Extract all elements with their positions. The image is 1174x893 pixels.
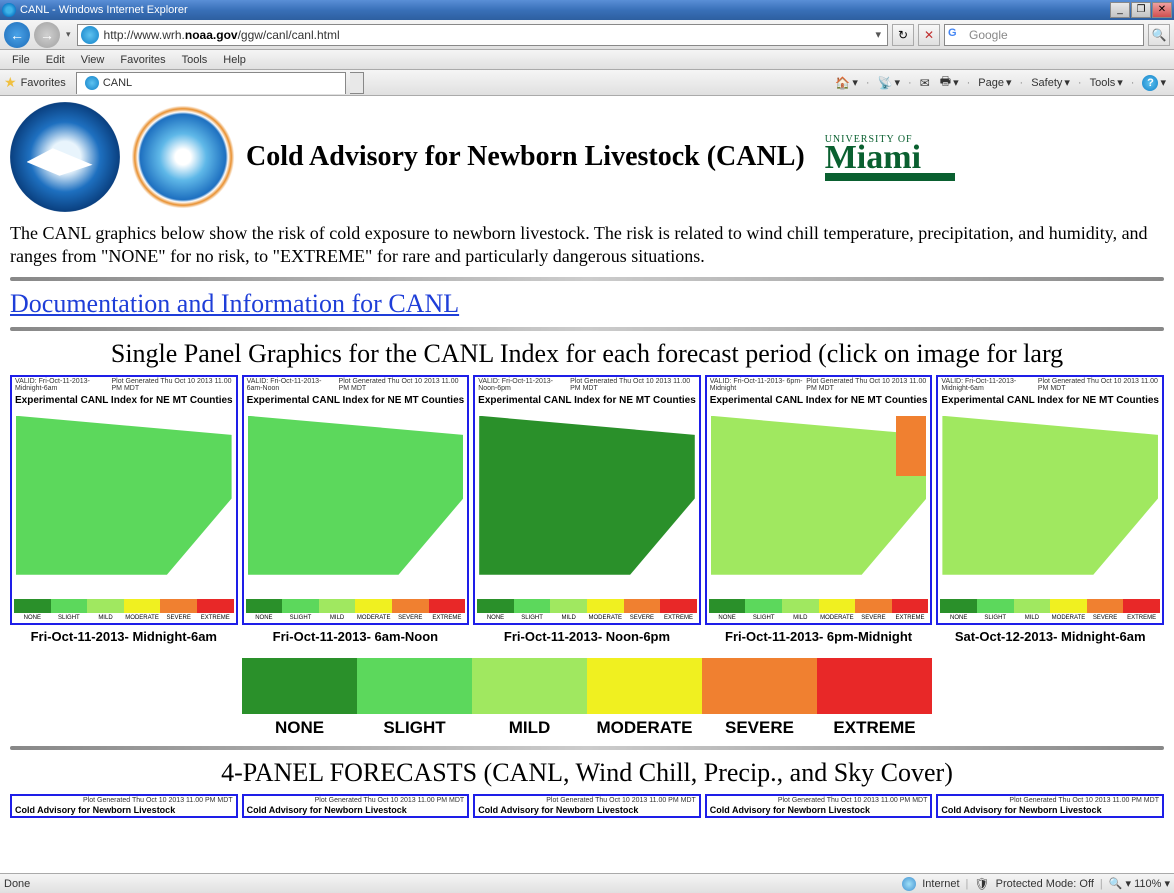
menu-help[interactable]: Help <box>215 54 254 66</box>
address-dropdown[interactable]: ▾ <box>869 28 887 41</box>
print-button[interactable]: 🖶▾ <box>936 70 963 95</box>
four-panel-thumb[interactable]: Plot Generated Thu Oct 10 2013 11.00 PM … <box>705 794 933 818</box>
divider <box>10 277 1164 281</box>
menu-edit[interactable]: Edit <box>38 54 73 66</box>
search-box[interactable]: G Google <box>944 24 1144 46</box>
page-header: Cold Advisory for Newborn Livestock (CAN… <box>10 102 1164 212</box>
forecast-panel[interactable]: VALID: Fri-Oct-11-2013- Midnight-6amPlot… <box>936 375 1164 644</box>
protected-mode[interactable]: Protected Mode: Off <box>996 878 1094 890</box>
legend-label: MODERATE <box>587 714 702 738</box>
legend-label: EXTREME <box>817 714 932 738</box>
window-title: CANL - Windows Internet Explorer <box>20 4 188 16</box>
panel-caption: Sat-Oct-12-2013- Midnight-6am <box>936 629 1164 644</box>
tab-favicon <box>85 76 99 90</box>
single-panel-title: Single Panel Graphics for the CANL Index… <box>10 339 1164 369</box>
documentation-link[interactable]: Documentation and Information for CANL <box>10 289 459 318</box>
feeds-button[interactable]: 📡▾ <box>874 74 904 92</box>
stop-button[interactable]: ✕ <box>918 24 940 46</box>
toolbar: ★ Favorites CANL 🏠▾ · 📡▾ · ✉ 🖶▾ · Page ▾… <box>0 70 1174 96</box>
divider <box>10 327 1164 331</box>
search-placeholder: Google <box>967 28 1143 42</box>
safety-menu[interactable]: Safety ▾ <box>1027 74 1074 91</box>
url-text: http://www.wrh.noaa.gov/ggw/canl/canl.ht… <box>102 28 870 42</box>
four-panel-title: 4-PANEL FORECASTS (CANL, Wind Chill, Pre… <box>10 758 1164 788</box>
forward-button[interactable]: → <box>34 22 60 48</box>
forecast-panel[interactable]: VALID: Fri-Oct-11-2013- 6am-NoonPlot Gen… <box>242 375 470 644</box>
panel-caption: Fri-Oct-11-2013- 6pm-Midnight <box>705 629 933 644</box>
menu-favorites[interactable]: Favorites <box>112 54 173 66</box>
four-panel-thumb[interactable]: Plot Generated Thu Oct 10 2013 11.00 PM … <box>473 794 701 818</box>
forecast-panels: VALID: Fri-Oct-11-2013- Midnight-6amPlot… <box>10 375 1164 644</box>
page-menu[interactable]: Page ▾ <box>974 74 1015 91</box>
four-panel-row: Plot Generated Thu Oct 10 2013 11.00 PM … <box>10 794 1164 818</box>
navigation-bar: ← → ▾ http://www.wrh.noaa.gov/ggw/canl/c… <box>0 20 1174 50</box>
legend-label: SEVERE <box>702 714 817 738</box>
search-button[interactable]: 🔍 <box>1148 24 1170 46</box>
panel-caption: Fri-Oct-11-2013- 6am-Noon <box>242 629 470 644</box>
help-button[interactable]: ?▾ <box>1138 73 1170 93</box>
address-bar[interactable]: http://www.wrh.noaa.gov/ggw/canl/canl.ht… <box>77 24 888 46</box>
nav-history-dropdown[interactable]: ▾ <box>64 29 73 40</box>
home-icon: 🏠 <box>835 76 850 90</box>
minimize-button[interactable]: _ <box>1110 2 1130 18</box>
page-content: Cold Advisory for Newborn Livestock (CAN… <box>0 96 1174 873</box>
intro-text: The CANL graphics below show the risk of… <box>10 222 1164 269</box>
menu-bar: File Edit View Favorites Tools Help <box>0 50 1174 70</box>
window-titlebar: CANL - Windows Internet Explorer _ ❐ ✕ <box>0 0 1174 20</box>
tools-menu[interactable]: Tools ▾ <box>1086 74 1127 91</box>
forecast-panel[interactable]: VALID: Fri-Oct-11-2013- Midnight-6amPlot… <box>10 375 238 644</box>
home-button[interactable]: 🏠▾ <box>831 74 861 92</box>
browser-tab[interactable]: CANL <box>76 72 346 94</box>
four-panel-thumb[interactable]: Plot Generated Thu Oct 10 2013 11.00 PM … <box>936 794 1164 818</box>
new-tab-button[interactable] <box>350 72 364 94</box>
rss-icon: 📡 <box>878 76 893 90</box>
forecast-panel[interactable]: VALID: Fri-Oct-11-2013- 6pm-MidnightPlot… <box>705 375 933 644</box>
ie-icon <box>2 3 16 17</box>
internet-zone-icon <box>902 877 916 891</box>
legend-label: SLIGHT <box>357 714 472 738</box>
page-title: Cold Advisory for Newborn Livestock (CAN… <box>246 141 805 173</box>
favorites-label[interactable]: Favorites <box>21 77 66 89</box>
help-icon: ? <box>1142 75 1158 91</box>
legend-label: MILD <box>472 714 587 738</box>
tab-title: CANL <box>103 77 132 89</box>
restore-button[interactable]: ❐ <box>1131 2 1151 18</box>
favorites-star-icon[interactable]: ★ <box>4 74 17 91</box>
forecast-panel[interactable]: VALID: Fri-Oct-11-2013- Noon-6pmPlot Gen… <box>473 375 701 644</box>
zoom-level-dropdown[interactable]: 🔍 ▾ 110% ▾ <box>1109 877 1170 890</box>
panel-caption: Fri-Oct-11-2013- Noon-6pm <box>473 629 701 644</box>
status-bar: Done Internet | 🛡 Protected Mode: Off | … <box>0 873 1174 893</box>
noaa-logo <box>10 102 120 212</box>
security-zone[interactable]: Internet <box>922 878 959 890</box>
menu-tools[interactable]: Tools <box>174 54 216 66</box>
risk-legend: NONESLIGHTMILDMODERATESEVEREEXTREME <box>10 658 1164 738</box>
status-text: Done <box>4 878 30 890</box>
divider <box>10 746 1164 750</box>
print-icon: 🖶 <box>940 72 951 93</box>
back-button[interactable]: ← <box>4 22 30 48</box>
menu-view[interactable]: View <box>73 54 113 66</box>
mail-icon: ✉ <box>920 76 930 90</box>
four-panel-thumb[interactable]: Plot Generated Thu Oct 10 2013 11.00 PM … <box>242 794 470 818</box>
site-icon <box>81 26 99 44</box>
four-panel-thumb[interactable]: Plot Generated Thu Oct 10 2013 11.00 PM … <box>10 794 238 818</box>
read-mail-button[interactable]: ✉ <box>916 74 934 92</box>
google-icon: G <box>948 27 964 43</box>
nws-logo <box>128 102 238 212</box>
menu-file[interactable]: File <box>4 54 38 66</box>
close-button[interactable]: ✕ <box>1152 2 1172 18</box>
legend-label: NONE <box>242 714 357 738</box>
panel-caption: Fri-Oct-11-2013- Midnight-6am <box>10 629 238 644</box>
university-miami-logo: UNIVERSITY OF Miami <box>825 134 955 181</box>
protected-mode-icon: 🛡 <box>974 877 989 891</box>
refresh-button[interactable]: ↻ <box>892 24 914 46</box>
